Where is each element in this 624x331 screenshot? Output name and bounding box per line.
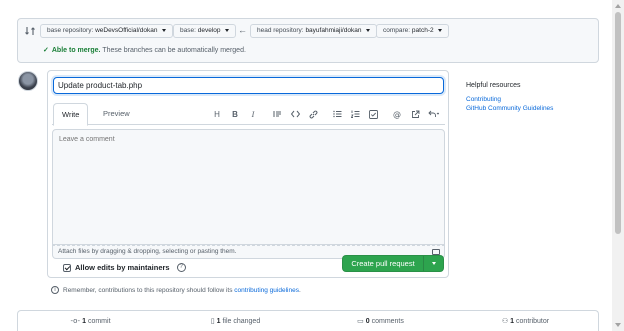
file-diff-icon: ▯ [210, 317, 215, 325]
chevron-down-icon [431, 262, 436, 265]
create-options-dropdown[interactable] [423, 256, 443, 271]
compare-branch-label: compare: [383, 27, 411, 34]
chevron-down-icon [162, 28, 167, 32]
task-list-icon[interactable] [364, 107, 382, 121]
chevron-down-icon [366, 28, 371, 32]
chevron-down-icon [225, 28, 230, 32]
contributors-stat[interactable]: ⚇ 1 contributor [453, 317, 598, 325]
files-changed-stat[interactable]: ▯ 1 file changed [163, 317, 308, 325]
base-repository-label: base repository: [47, 27, 94, 34]
head-repository-select[interactable]: head repository: bayufahmiaji/dokan [250, 24, 378, 38]
compare-branch-select[interactable]: compare: patch-2 [376, 24, 450, 38]
create-pull-request-button[interactable]: Create pull request [342, 255, 444, 272]
head-repository-value: bayufahmiaji/dokan [305, 27, 362, 34]
commits-stat[interactable]: -o- 1 commit [18, 317, 163, 325]
arrow-left-icon: ← [238, 25, 247, 35]
commit-icon: -o- [70, 317, 81, 325]
scroll-up-icon[interactable] [615, 4, 621, 8]
base-branch-value: develop [197, 27, 221, 34]
reference-icon[interactable] [406, 107, 424, 121]
stats-bar: -o- 1 commit ▯ 1 file changed ▭ 0 comments … [17, 310, 599, 331]
comment-textarea[interactable] [52, 129, 445, 245]
avatar[interactable] [18, 71, 38, 91]
allow-edits-row: Allow edits by maintainers ? [63, 263, 186, 272]
title-input[interactable] [53, 77, 444, 94]
attach-files-text: Attach files by dragging & dropping, sel… [58, 248, 237, 255]
allow-edits-checkbox[interactable] [63, 263, 71, 272]
bold-icon[interactable]: B [226, 107, 244, 121]
heading-icon[interactable]: H [208, 107, 226, 121]
scroll-thumb[interactable] [615, 12, 621, 234]
people-icon: ⚇ [501, 317, 509, 325]
vertical-scrollbar[interactable] [612, 0, 624, 331]
numbered-list-icon[interactable] [346, 107, 364, 121]
code-icon[interactable] [286, 107, 304, 121]
merge-status-label: Able to merge. [51, 47, 101, 54]
comment-icon: ▭ [357, 317, 364, 325]
bulleted-list-icon[interactable] [328, 107, 346, 121]
quote-icon[interactable] [268, 107, 286, 121]
compare-arrows-icon [25, 27, 35, 35]
base-branch-label: base: [180, 27, 196, 34]
merge-status: ✓ Able to merge. These branches can be au… [43, 46, 246, 54]
link-icon[interactable] [304, 107, 322, 121]
mention-icon[interactable]: @ [388, 107, 406, 121]
base-repository-select[interactable]: base repository: weDevsOfficial/dokan [40, 24, 174, 38]
contribution-notice-text: Remember, contributions to this reposito… [63, 286, 233, 294]
italic-icon[interactable]: I [244, 107, 262, 121]
info-icon: i [51, 286, 59, 294]
community-guidelines-link[interactable]: GitHub Community Guidelines [466, 105, 553, 112]
contributing-link[interactable]: Contributing [466, 96, 501, 103]
compare-branch-value: patch-2 [411, 27, 434, 34]
scroll-down-icon[interactable] [615, 323, 621, 327]
contribution-notice: i Remember, contributions to this reposi… [51, 286, 301, 294]
helpful-resources-title: Helpful resources [466, 82, 521, 89]
head-repository-label: head repository: [257, 27, 304, 34]
question-icon[interactable]: ? [176, 263, 186, 272]
base-branch-select[interactable]: base: develop [173, 24, 237, 38]
comments-stat[interactable]: ▭ 0 comments [308, 317, 453, 325]
merge-status-detail: These branches can be automatically merg… [102, 47, 246, 54]
check-icon: ✓ [43, 47, 49, 54]
pull-request-form: Write Preview H B I @ [47, 70, 449, 278]
contributing-guidelines-link[interactable]: contributing guidelines [234, 287, 299, 294]
tab-write[interactable]: Write [53, 103, 89, 126]
base-repository-value: weDevsOfficial/dokan [95, 27, 158, 34]
tab-preview[interactable]: Preview [95, 103, 138, 125]
compare-bar: base repository: weDevsOfficial/dokan ba… [17, 18, 599, 63]
reply-icon[interactable] [424, 107, 442, 121]
markdown-toolbar: H B I @ [208, 107, 442, 121]
allow-edits-label[interactable]: Allow edits by maintainers [75, 263, 170, 272]
chevron-down-icon [438, 28, 443, 32]
create-pull-request-label[interactable]: Create pull request [343, 256, 423, 271]
